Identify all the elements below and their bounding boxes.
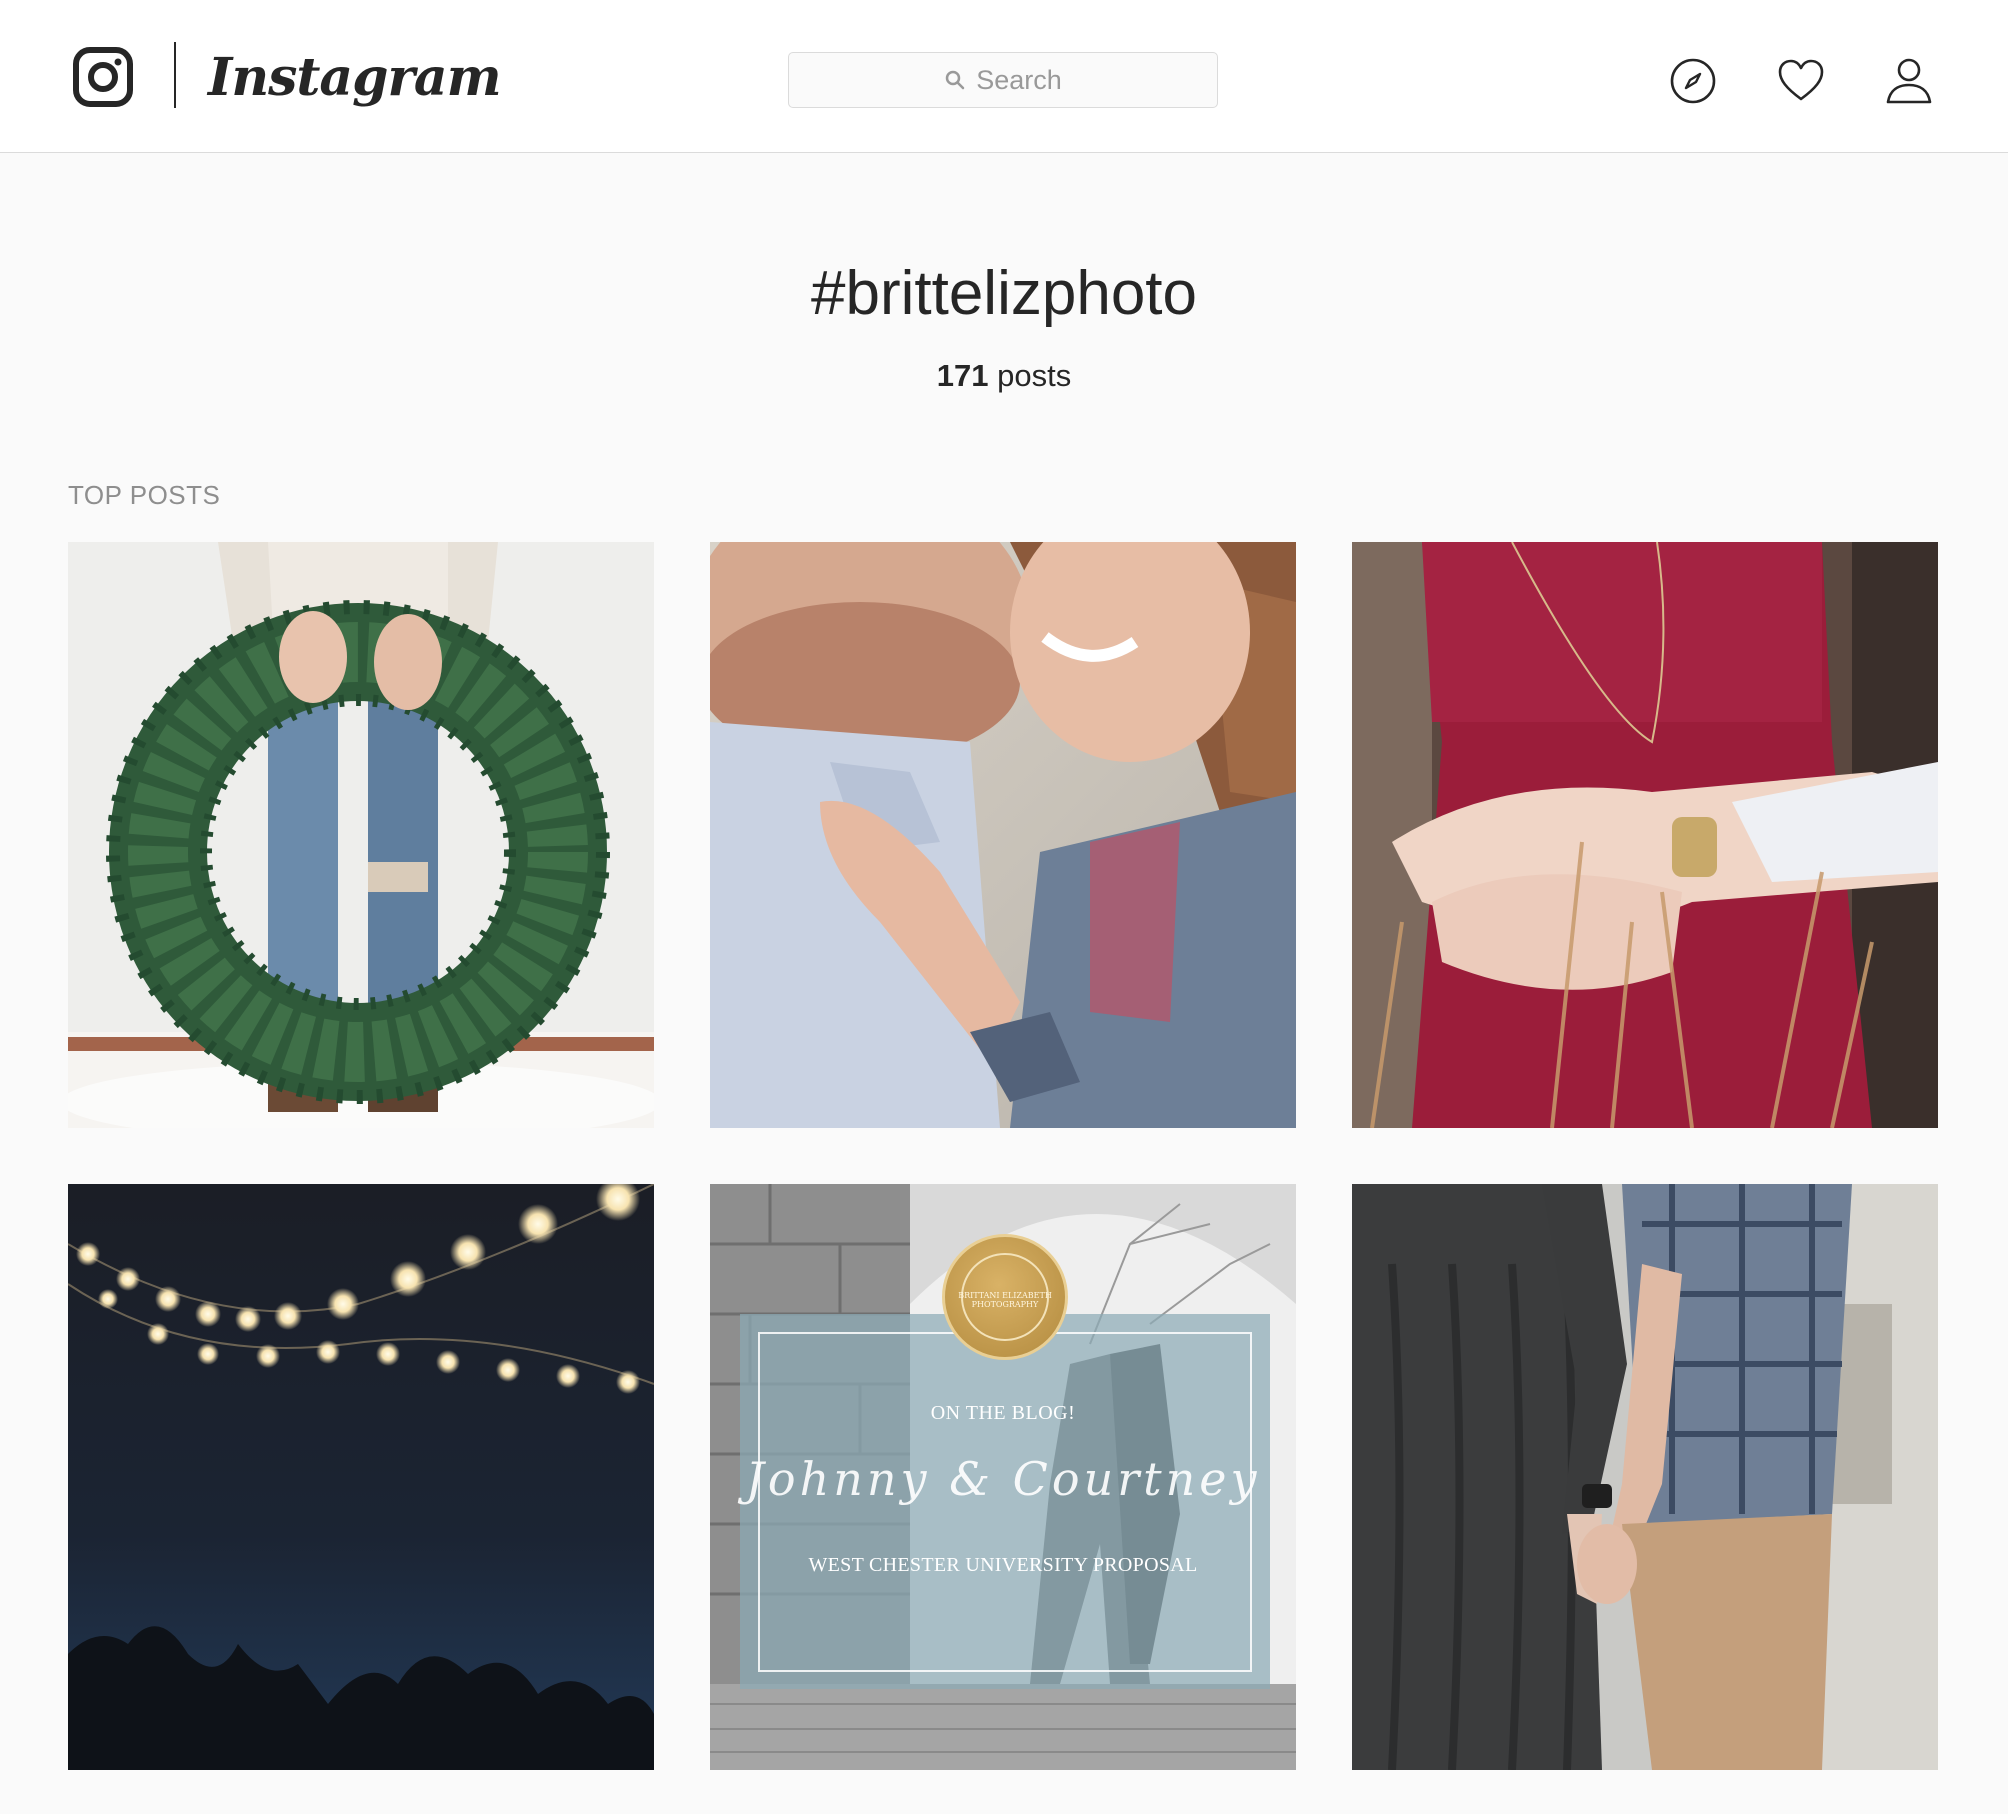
hashtag-title: #brittelizphoto (810, 259, 1198, 328)
post-tile-wreath[interactable] (68, 542, 654, 1128)
photography-badge-logo: BRITTANI ELIZABETH PHOTOGRAPHY (942, 1234, 1068, 1360)
post-tile-blog[interactable]: BRITTANI ELIZABETH PHOTOGRAPHY ON THE BL… (710, 1184, 1296, 1770)
post-tile-couple[interactable] (710, 542, 1296, 1128)
heart-icon[interactable] (1776, 56, 1826, 106)
couple-forehead-photo (710, 542, 1296, 1128)
blog-line-2: Johnny & Courtney (745, 1452, 1261, 1506)
compass-icon[interactable] (1668, 56, 1718, 106)
search-icon (945, 70, 965, 90)
post-count: 171 posts (0, 358, 2008, 394)
post-tile-string-lights[interactable] (68, 1184, 654, 1770)
wreath-photo (68, 542, 654, 1128)
instagram-wordmark[interactable]: Instagram (208, 38, 502, 118)
person-icon[interactable] (1884, 56, 1934, 106)
post-count-number: 171 (936, 358, 989, 393)
top-navigation-bar: Instagram Search (0, 0, 2008, 153)
post-tile-holding-hands[interactable] (1352, 1184, 1938, 1770)
post-count-suffix: posts (988, 358, 1072, 393)
red-dress-hug-photo (1352, 542, 1938, 1128)
instagram-camera-icon[interactable] (72, 46, 134, 108)
search-input[interactable]: Search (788, 52, 1218, 108)
section-label-top-posts: TOP POSTS (68, 480, 221, 510)
post-tile-red-dress[interactable] (1352, 542, 1938, 1128)
search-placeholder: Search (976, 64, 1062, 95)
holding-hands-photo (1352, 1184, 1938, 1770)
badge-text: BRITTANI ELIZABETH PHOTOGRAPHY (958, 1291, 1052, 1309)
blog-line-1: ON THE BLOG! (930, 1402, 1076, 1424)
string-lights-photo (68, 1184, 654, 1770)
brand-divider (174, 42, 176, 108)
blog-line-3: WEST CHESTER UNIVERSITY PROPOSAL (808, 1554, 1198, 1576)
